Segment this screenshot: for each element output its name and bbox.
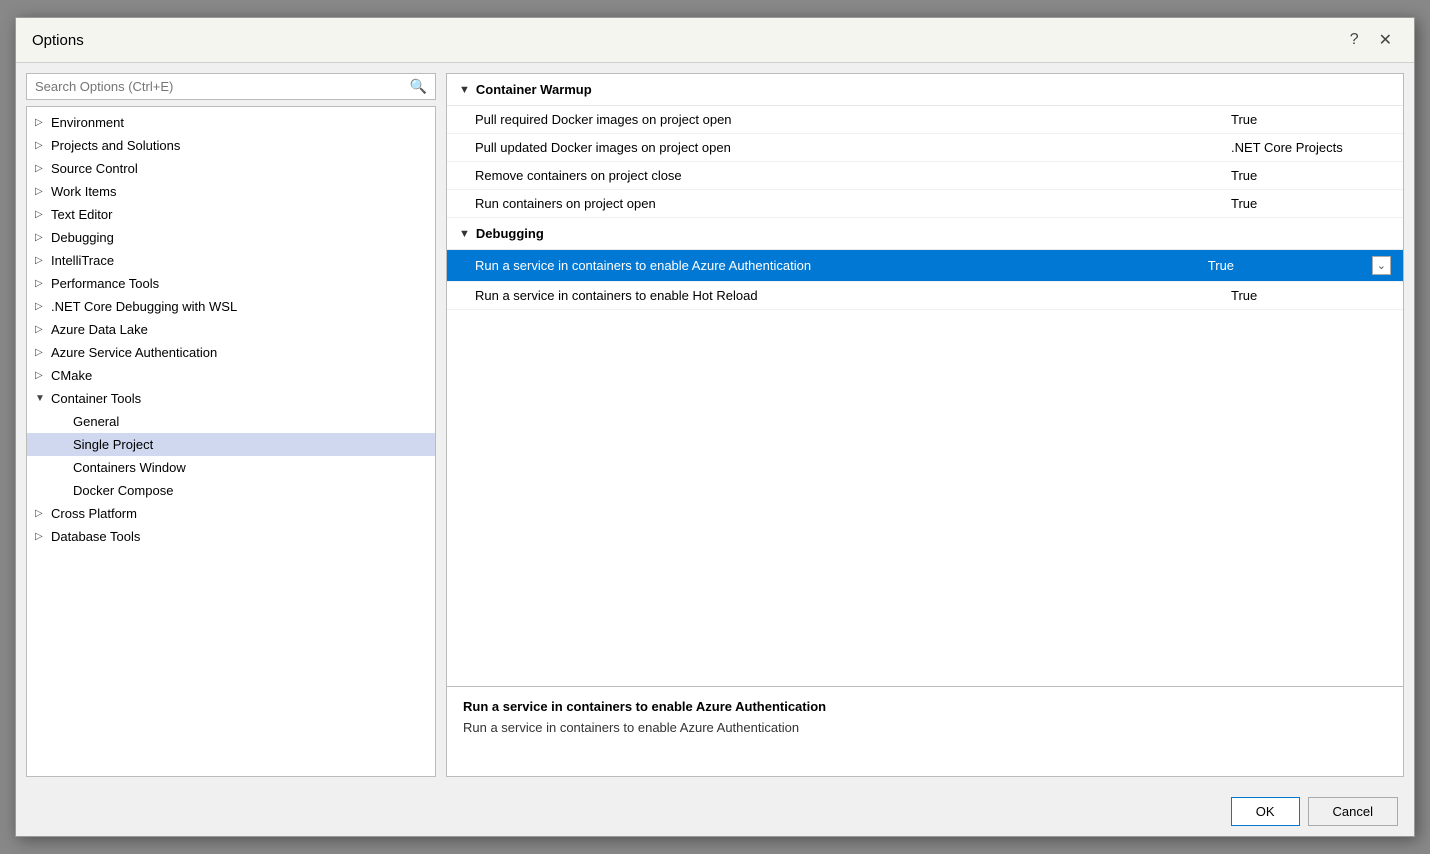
option-row-pull-updated[interactable]: Pull updated Docker images on project op… <box>447 134 1403 162</box>
arrow-icon: ▷ <box>35 301 47 312</box>
title-bar: Options ? ✕ <box>16 18 1414 63</box>
option-row-remove-containers[interactable]: Remove containers on project close True <box>447 162 1403 190</box>
sidebar-item-single-project[interactable]: Single Project <box>27 433 435 456</box>
option-value: True <box>1231 196 1391 211</box>
option-label: Run containers on project open <box>475 196 1231 211</box>
arrow-icon: ▷ <box>35 255 47 266</box>
close-button[interactable]: ✕ <box>1373 28 1398 52</box>
option-value: True <box>1208 258 1368 273</box>
search-input[interactable] <box>35 79 406 94</box>
description-text: Run a service in containers to enable Az… <box>463 720 1387 735</box>
sidebar-item-environment[interactable]: ▷ Environment <box>27 111 435 134</box>
arrow-icon: ▷ <box>35 508 47 519</box>
help-button[interactable]: ? <box>1344 29 1365 51</box>
sidebar-item-label: Single Project <box>73 437 153 452</box>
sidebar-item-azure-service-auth[interactable]: ▷ Azure Service Authentication <box>27 341 435 364</box>
option-row-pull-required[interactable]: Pull required Docker images on project o… <box>447 106 1403 134</box>
arrow-icon: ▷ <box>35 232 47 243</box>
sidebar-item-label: Azure Service Authentication <box>51 345 217 360</box>
sidebar-item-debugging[interactable]: ▷ Debugging <box>27 226 435 249</box>
sidebar-item-azure-data-lake[interactable]: ▷ Azure Data Lake <box>27 318 435 341</box>
description-title: Run a service in containers to enable Az… <box>463 699 1387 714</box>
arrow-icon: ▷ <box>35 140 47 151</box>
sidebar-item-net-core-wsl[interactable]: ▷ .NET Core Debugging with WSL <box>27 295 435 318</box>
sidebar-item-general[interactable]: General <box>27 410 435 433</box>
sidebar-item-label: IntelliTrace <box>51 253 114 268</box>
sidebar-item-label: Environment <box>51 115 124 130</box>
arrow-icon: ▷ <box>35 347 47 358</box>
sidebar-item-label: Container Tools <box>51 391 141 406</box>
sidebar-item-label: Docker Compose <box>73 483 173 498</box>
search-icon: 🔍 <box>410 78 427 95</box>
right-panel: ▼ Container Warmup Pull required Docker … <box>446 73 1404 777</box>
sidebar-item-cross-platform[interactable]: ▷ Cross Platform <box>27 502 435 525</box>
sidebar-item-database-tools[interactable]: ▷ Database Tools <box>27 525 435 548</box>
section-title: Container Warmup <box>476 82 592 97</box>
arrow-icon: ▷ <box>35 186 47 197</box>
dialog-title: Options <box>32 32 84 49</box>
section-header-debugging[interactable]: ▼ Debugging <box>447 218 1403 250</box>
sidebar-item-label: General <box>73 414 119 429</box>
sidebar-item-projects-solutions[interactable]: ▷ Projects and Solutions <box>27 134 435 157</box>
sidebar-item-label: Source Control <box>51 161 138 176</box>
option-label: Pull required Docker images on project o… <box>475 112 1231 127</box>
arrow-icon: ▷ <box>35 209 47 220</box>
sidebar-item-performance-tools[interactable]: ▷ Performance Tools <box>27 272 435 295</box>
sidebar-item-cmake[interactable]: ▷ CMake <box>27 364 435 387</box>
sidebar-item-label: Containers Window <box>73 460 186 475</box>
sidebar-item-label: .NET Core Debugging with WSL <box>51 299 237 314</box>
options-area: ▼ Container Warmup Pull required Docker … <box>446 73 1404 687</box>
section-chevron-icon: ▼ <box>459 84 470 96</box>
options-dialog: Options ? ✕ 🔍 ▷ Environment ▷ Project <box>15 17 1415 837</box>
arrow-icon: ▷ <box>35 324 47 335</box>
section-title: Debugging <box>476 226 544 241</box>
sidebar-item-containers-window[interactable]: Containers Window <box>27 456 435 479</box>
option-label: Pull updated Docker images on project op… <box>475 140 1231 155</box>
sidebar-item-source-control[interactable]: ▷ Source Control <box>27 157 435 180</box>
section-chevron-icon: ▼ <box>459 228 470 240</box>
tree-view: ▷ Environment ▷ Projects and Solutions ▷… <box>26 106 436 777</box>
sidebar-item-label: Debugging <box>51 230 114 245</box>
option-label: Remove containers on project close <box>475 168 1231 183</box>
section-header-container-warmup[interactable]: ▼ Container Warmup <box>447 74 1403 106</box>
dialog-footer: OK Cancel <box>16 787 1414 836</box>
option-value: .NET Core Projects <box>1231 140 1391 155</box>
option-label: Run a service in containers to enable Az… <box>475 258 1208 273</box>
sidebar-item-label: CMake <box>51 368 92 383</box>
description-area: Run a service in containers to enable Az… <box>446 687 1404 777</box>
dropdown-button[interactable]: ⌄ <box>1372 256 1391 275</box>
sidebar-item-label: Work Items <box>51 184 117 199</box>
arrow-icon: ▷ <box>35 117 47 128</box>
ok-button[interactable]: OK <box>1231 797 1300 826</box>
sidebar-item-label: Cross Platform <box>51 506 137 521</box>
sidebar-item-intellitrace[interactable]: ▷ IntelliTrace <box>27 249 435 272</box>
arrow-icon: ▷ <box>35 370 47 381</box>
expand-icon: ▼ <box>35 393 47 404</box>
title-bar-actions: ? ✕ <box>1344 28 1398 52</box>
option-row-azure-auth[interactable]: Run a service in containers to enable Az… <box>447 250 1403 282</box>
option-row-run-containers[interactable]: Run containers on project open True <box>447 190 1403 218</box>
option-value: True <box>1231 168 1391 183</box>
sidebar-item-label: Azure Data Lake <box>51 322 148 337</box>
search-box[interactable]: 🔍 <box>26 73 436 100</box>
sidebar-item-label: Database Tools <box>51 529 140 544</box>
option-value: True <box>1231 112 1391 127</box>
sidebar-item-text-editor[interactable]: ▷ Text Editor <box>27 203 435 226</box>
option-row-hot-reload[interactable]: Run a service in containers to enable Ho… <box>447 282 1403 310</box>
cancel-button[interactable]: Cancel <box>1308 797 1398 826</box>
dialog-body: 🔍 ▷ Environment ▷ Projects and Solutions… <box>16 63 1414 787</box>
sidebar-item-work-items[interactable]: ▷ Work Items <box>27 180 435 203</box>
sidebar-item-docker-compose[interactable]: Docker Compose <box>27 479 435 502</box>
sidebar-item-label: Performance Tools <box>51 276 159 291</box>
sidebar-item-label: Projects and Solutions <box>51 138 180 153</box>
sidebar-item-label: Text Editor <box>51 207 112 222</box>
sidebar-item-container-tools[interactable]: ▼ Container Tools <box>27 387 435 410</box>
arrow-icon: ▷ <box>35 163 47 174</box>
arrow-icon: ▷ <box>35 278 47 289</box>
left-panel: 🔍 ▷ Environment ▷ Projects and Solutions… <box>26 73 436 777</box>
option-label: Run a service in containers to enable Ho… <box>475 288 1231 303</box>
option-value: True <box>1231 288 1391 303</box>
arrow-icon: ▷ <box>35 531 47 542</box>
